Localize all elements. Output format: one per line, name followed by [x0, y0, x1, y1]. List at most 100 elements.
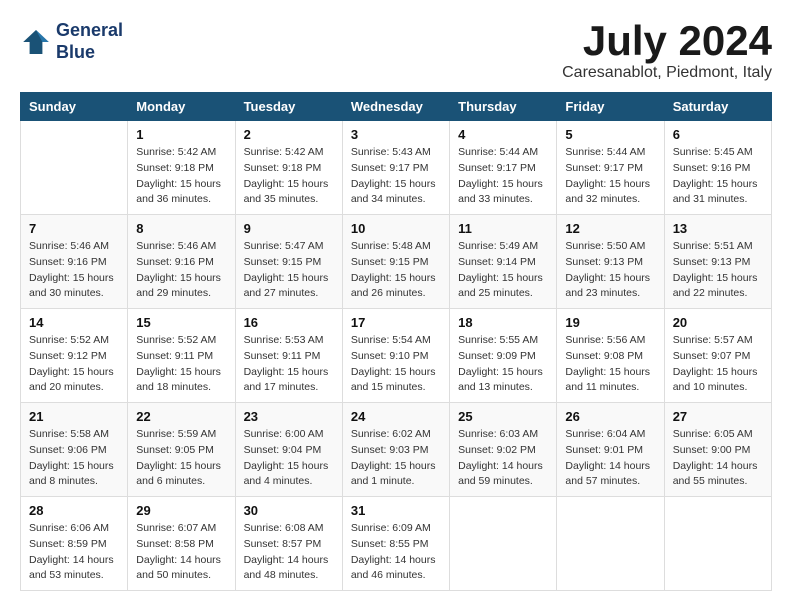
day-number: 8	[136, 221, 226, 236]
day-number: 23	[244, 409, 334, 424]
weekday-header: Tuesday	[235, 93, 342, 121]
calendar-week-row: 14 Sunrise: 5:52 AMSunset: 9:12 PMDayligh…	[21, 309, 772, 403]
weekday-header: Saturday	[664, 93, 771, 121]
calendar-week-row: 21 Sunrise: 5:58 AMSunset: 9:06 PMDayligh…	[21, 403, 772, 497]
calendar-cell: 11Sunrise: 5:49 AMSunset: 9:14 PMDayligh…	[450, 215, 557, 309]
day-info: Sunrise: 6:08 AMSunset: 8:57 PMDaylight:…	[244, 521, 334, 584]
day-info: Sunrise: 6:09 AMSunset: 8:55 PMDaylight:…	[351, 521, 441, 584]
day-info: Sunrise: 5:50 AMSunset: 9:13 PMDaylight:…	[565, 239, 655, 302]
calendar-cell	[450, 497, 557, 591]
day-number: 14	[29, 315, 119, 330]
page-header: General Blue July 2024 Caresanablot, Pie…	[20, 20, 772, 82]
logo-text: General Blue	[56, 20, 123, 63]
day-info: Sunrise: 6:05 AMSunset: 9:00 PMDaylight:…	[673, 427, 763, 490]
day-info: Sunrise: 6:02 AMSunset: 9:03 PMDaylight:…	[351, 427, 441, 490]
day-info: Sunrise: 5:53 AMSunset: 9:11 PMDaylight:…	[244, 333, 334, 396]
day-info: Sunrise: 6:03 AMSunset: 9:02 PMDaylight:…	[458, 427, 548, 490]
day-number: 17	[351, 315, 441, 330]
weekday-header: Wednesday	[342, 93, 449, 121]
day-info: Sunrise: 5:54 AMSunset: 9:10 PMDaylight:…	[351, 333, 441, 396]
location-subtitle: Caresanablot, Piedmont, Italy	[562, 64, 772, 82]
day-number: 3	[351, 127, 441, 142]
day-number: 25	[458, 409, 548, 424]
calendar-cell	[21, 121, 128, 215]
calendar-cell: 7 Sunrise: 5:46 AMSunset: 9:16 PMDaylight…	[21, 215, 128, 309]
calendar-cell: 24Sunrise: 6:02 AMSunset: 9:03 PMDayligh…	[342, 403, 449, 497]
day-number: 29	[136, 503, 226, 518]
calendar-cell	[664, 497, 771, 591]
day-number: 1	[136, 127, 226, 142]
calendar-cell: 25 Sunrise: 6:03 AMSunset: 9:02 PMDayligh…	[450, 403, 557, 497]
day-number: 16	[244, 315, 334, 330]
day-number: 11	[458, 221, 548, 236]
calendar-week-row: 1 Sunrise: 5:42 AMSunset: 9:18 PMDaylight…	[21, 121, 772, 215]
day-number: 6	[673, 127, 763, 142]
day-number: 21	[29, 409, 119, 424]
calendar-cell: 18 Sunrise: 5:55 AMSunset: 9:09 PMDayligh…	[450, 309, 557, 403]
weekday-header: Thursday	[450, 93, 557, 121]
calendar-cell: 1 Sunrise: 5:42 AMSunset: 9:18 PMDaylight…	[128, 121, 235, 215]
day-number: 12	[565, 221, 655, 236]
calendar-cell: 31Sunrise: 6:09 AMSunset: 8:55 PMDayligh…	[342, 497, 449, 591]
day-number: 30	[244, 503, 334, 518]
day-number: 19	[565, 315, 655, 330]
calendar-table: SundayMondayTuesdayWednesdayThursdayFrid…	[20, 92, 772, 591]
day-info: Sunrise: 5:42 AMSunset: 9:18 PMDaylight:…	[244, 145, 334, 208]
day-number: 7	[29, 221, 119, 236]
day-info: Sunrise: 6:07 AMSunset: 8:58 PMDaylight:…	[136, 521, 226, 584]
weekday-header: Friday	[557, 93, 664, 121]
day-info: Sunrise: 5:51 AMSunset: 9:13 PMDaylight:…	[673, 239, 763, 302]
day-info: Sunrise: 5:42 AMSunset: 9:18 PMDaylight:…	[136, 145, 226, 208]
day-info: Sunrise: 5:45 AMSunset: 9:16 PMDaylight:…	[673, 145, 763, 208]
day-number: 9	[244, 221, 334, 236]
day-info: Sunrise: 5:46 AMSunset: 9:16 PMDaylight:…	[29, 239, 119, 302]
day-number: 10	[351, 221, 441, 236]
calendar-cell: 19 Sunrise: 5:56 AMSunset: 9:08 PMDayligh…	[557, 309, 664, 403]
day-info: Sunrise: 5:43 AMSunset: 9:17 PMDaylight:…	[351, 145, 441, 208]
day-number: 15	[136, 315, 226, 330]
day-number: 27	[673, 409, 763, 424]
day-info: Sunrise: 5:44 AMSunset: 9:17 PMDaylight:…	[565, 145, 655, 208]
calendar-week-row: 28Sunrise: 6:06 AMSunset: 8:59 PMDayligh…	[21, 497, 772, 591]
day-info: Sunrise: 5:44 AMSunset: 9:17 PMDaylight:…	[458, 145, 548, 208]
calendar-cell: 17 Sunrise: 5:54 AMSunset: 9:10 PMDayligh…	[342, 309, 449, 403]
calendar-cell: 2 Sunrise: 5:42 AMSunset: 9:18 PMDaylight…	[235, 121, 342, 215]
day-info: Sunrise: 5:52 AMSunset: 9:12 PMDaylight:…	[29, 333, 119, 396]
weekday-header: Monday	[128, 93, 235, 121]
calendar-cell: 3 Sunrise: 5:43 AMSunset: 9:17 PMDaylight…	[342, 121, 449, 215]
month-year-title: July 2024	[562, 20, 772, 62]
day-info: Sunrise: 5:52 AMSunset: 9:11 PMDaylight:…	[136, 333, 226, 396]
day-info: Sunrise: 6:00 AMSunset: 9:04 PMDaylight:…	[244, 427, 334, 490]
day-number: 13	[673, 221, 763, 236]
calendar-cell: 15 Sunrise: 5:52 AMSunset: 9:11 PMDayligh…	[128, 309, 235, 403]
logo: General Blue	[20, 20, 123, 63]
calendar-cell: 22Sunrise: 5:59 AMSunset: 9:05 PMDayligh…	[128, 403, 235, 497]
calendar-week-row: 7 Sunrise: 5:46 AMSunset: 9:16 PMDaylight…	[21, 215, 772, 309]
calendar-cell: 6 Sunrise: 5:45 AMSunset: 9:16 PMDaylight…	[664, 121, 771, 215]
calendar-cell: 16 Sunrise: 5:53 AMSunset: 9:11 PMDayligh…	[235, 309, 342, 403]
day-info: Sunrise: 5:46 AMSunset: 9:16 PMDaylight:…	[136, 239, 226, 302]
calendar-cell: 10Sunrise: 5:48 AMSunset: 9:15 PMDayligh…	[342, 215, 449, 309]
day-info: Sunrise: 5:56 AMSunset: 9:08 PMDaylight:…	[565, 333, 655, 396]
day-info: Sunrise: 5:55 AMSunset: 9:09 PMDaylight:…	[458, 333, 548, 396]
day-number: 22	[136, 409, 226, 424]
day-info: Sunrise: 6:06 AMSunset: 8:59 PMDaylight:…	[29, 521, 119, 584]
calendar-cell: 4Sunrise: 5:44 AMSunset: 9:17 PMDaylight…	[450, 121, 557, 215]
calendar-cell: 20 Sunrise: 5:57 AMSunset: 9:07 PMDayligh…	[664, 309, 771, 403]
day-number: 18	[458, 315, 548, 330]
calendar-cell: 29 Sunrise: 6:07 AMSunset: 8:58 PMDayligh…	[128, 497, 235, 591]
day-number: 5	[565, 127, 655, 142]
day-info: Sunrise: 5:57 AMSunset: 9:07 PMDaylight:…	[673, 333, 763, 396]
day-info: Sunrise: 5:58 AMSunset: 9:06 PMDaylight:…	[29, 427, 119, 490]
calendar-cell: 5 Sunrise: 5:44 AMSunset: 9:17 PMDaylight…	[557, 121, 664, 215]
calendar-cell: 30 Sunrise: 6:08 AMSunset: 8:57 PMDayligh…	[235, 497, 342, 591]
weekday-header-row: SundayMondayTuesdayWednesdayThursdayFrid…	[21, 93, 772, 121]
day-number: 26	[565, 409, 655, 424]
calendar-cell: 26Sunrise: 6:04 AMSunset: 9:01 PMDayligh…	[557, 403, 664, 497]
calendar-cell: 21 Sunrise: 5:58 AMSunset: 9:06 PMDayligh…	[21, 403, 128, 497]
logo-icon	[20, 26, 52, 58]
calendar-cell: 14 Sunrise: 5:52 AMSunset: 9:12 PMDayligh…	[21, 309, 128, 403]
day-number: 2	[244, 127, 334, 142]
calendar-cell: 27 Sunrise: 6:05 AMSunset: 9:00 PMDayligh…	[664, 403, 771, 497]
day-number: 20	[673, 315, 763, 330]
